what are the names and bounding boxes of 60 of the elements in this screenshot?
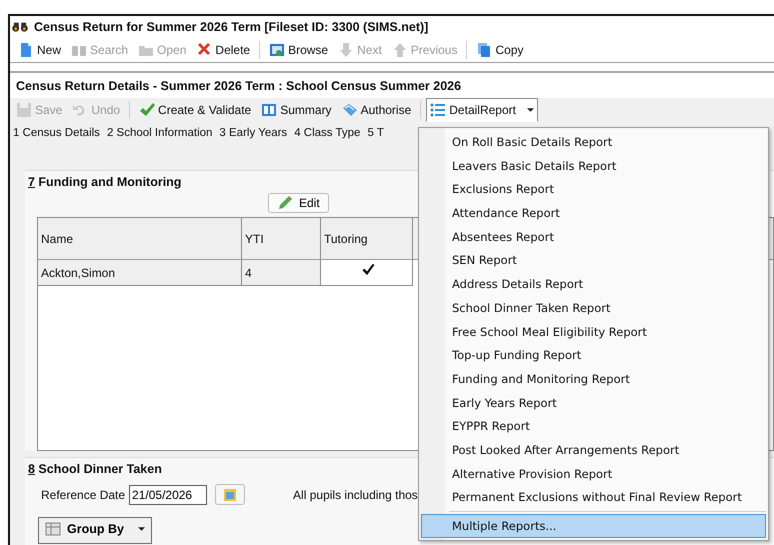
menu-item[interactable]: School Dinner Taken Report: [421, 296, 766, 320]
toolbar-button[interactable]: Create & Validate: [135, 100, 256, 120]
toolbar-button[interactable]: Browse: [265, 40, 332, 60]
column-header: YTI: [242, 218, 321, 260]
delete-icon: [196, 42, 212, 58]
menu-item[interactable]: Post Looked After Arrangements Report: [421, 438, 766, 462]
column-header: Tutoring: [321, 218, 413, 260]
table-cell: 4: [242, 260, 321, 286]
menu-item[interactable]: On Roll Basic Details Report: [421, 130, 766, 154]
menu-item[interactable]: Early Years Report: [421, 390, 766, 414]
toolbar-button[interactable]: Delete: [192, 40, 254, 60]
save-icon: [16, 102, 32, 118]
calendar-icon: [222, 486, 238, 502]
caret-icon: [526, 108, 534, 112]
section-tab[interactable]: 1 Census Details: [13, 127, 100, 139]
summary-icon: [261, 102, 278, 118]
menu-item[interactable]: SEN Report: [421, 248, 766, 272]
toolbar-button[interactable]: Authorise: [338, 100, 416, 120]
checkmark-icon: [139, 102, 156, 118]
menu-item[interactable]: Permanent Exclusions without Final Review Report: [421, 485, 766, 509]
section-title: 8 School Dinner Taken: [28, 462, 162, 476]
section-title: 7 Funding and Monitoring: [28, 175, 182, 189]
detail-report-button[interactable]: DetailReport: [426, 98, 538, 122]
up-arrow-icon: [392, 42, 408, 58]
grid-icon: [45, 521, 61, 537]
note-text: All pupils including thos: [293, 488, 418, 502]
menu-item[interactable]: Top-up Funding Report: [421, 343, 766, 367]
date-field[interactable]: 21/05/2026: [129, 484, 208, 504]
table-cell: Ackton,Simon: [38, 260, 242, 286]
down-arrow-icon: [338, 42, 354, 58]
panel-title: Census Return Details - Summer 2026 Term : School Census Summer 2026: [15, 78, 462, 95]
copy-icon: [476, 42, 492, 58]
menu-item[interactable]: EYPPR Report: [421, 414, 766, 438]
window-title: Census Return for Summer 2026 Term [Fileset ID: 3300 (SIMS.net)]: [34, 20, 428, 34]
menu-item[interactable]: Free School Meal Eligibility Report: [421, 320, 766, 344]
browse-icon: [269, 42, 286, 58]
menu-item[interactable]: Attendance Report: [421, 201, 766, 225]
menu-item[interactable]: Funding and Monitoring Report: [421, 366, 766, 391]
section-tab[interactable]: 3 Early Years: [219, 127, 288, 139]
section-tab[interactable]: 4 Class Type: [294, 127, 360, 139]
group-by-button[interactable]: Group By: [38, 517, 152, 544]
menu-item[interactable]: Multiple Reports...: [421, 514, 766, 538]
section-tab[interactable]: 5 T: [367, 127, 384, 139]
column-header: Name: [38, 218, 242, 260]
pencil-icon: [277, 195, 293, 211]
menu-item[interactable]: Absentees Report: [421, 224, 766, 248]
menu-item[interactable]: Exclusions Report: [421, 177, 766, 202]
list-icon: [430, 102, 446, 118]
menu-item[interactable]: Leavers Basic Details Report: [421, 154, 766, 178]
section-tab[interactable]: 2 School Information: [106, 127, 212, 139]
caret-icon: [138, 527, 145, 531]
menu-item[interactable]: Alternative Provision Report: [421, 462, 766, 486]
field-label: Reference Date: [41, 488, 126, 502]
toolbar-button[interactable]: Summary: [257, 100, 336, 120]
edit-button[interactable]: Edit: [268, 193, 329, 213]
toolbar-button[interactable]: New: [14, 40, 66, 60]
new-document-icon: [18, 42, 34, 58]
toolbar-button[interactable]: Copy: [472, 40, 528, 60]
menu-item[interactable]: Address Details Report: [421, 272, 766, 296]
calendar-button[interactable]: [215, 484, 246, 505]
